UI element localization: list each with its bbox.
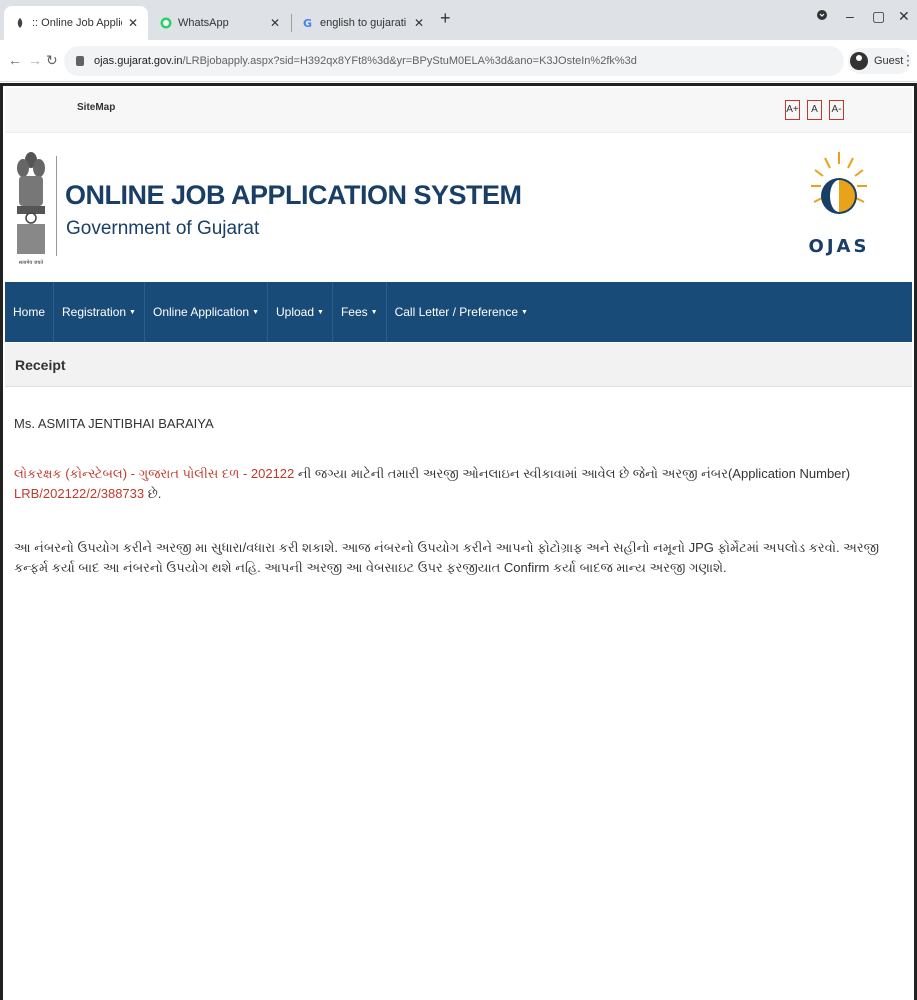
back-icon[interactable]: ← bbox=[8, 52, 22, 68]
site-header: सत्यमेव जयते ONLINE JOB APPLICATION SYST… bbox=[5, 134, 912, 282]
nav-label: Online Application bbox=[152, 305, 250, 319]
tab-close-icon[interactable]: ✕ bbox=[414, 16, 424, 30]
tab-title: english to gujarati - Google Search bbox=[320, 17, 408, 29]
site-subtitle: Government of Gujarat bbox=[66, 218, 260, 239]
profile-label: Guest bbox=[874, 55, 904, 67]
header-divider bbox=[56, 156, 57, 256]
new-tab-icon[interactable]: + bbox=[440, 8, 451, 29]
forward-icon[interactable]: → bbox=[28, 52, 42, 68]
caret-down-icon: ▼ bbox=[129, 308, 136, 316]
url-text: ojas.gujarat.gov.in/LRBjobapply.aspx?sid… bbox=[94, 55, 637, 67]
top-strip: SiteMap A+ A A- bbox=[5, 88, 912, 133]
url-host: ojas.gujarat.gov.in bbox=[94, 55, 183, 67]
maximize-icon[interactable]: ▢ bbox=[872, 8, 885, 25]
font-decrease-button[interactable]: A- bbox=[829, 100, 844, 120]
tab-whatsapp[interactable]: WhatsApp ✕ bbox=[150, 6, 290, 40]
tab-title: :: Online Job Application System bbox=[32, 17, 122, 29]
caret-down-icon: ▼ bbox=[252, 308, 259, 316]
nav-fees[interactable]: Fees ▼ bbox=[333, 282, 387, 342]
nav-label: Fees bbox=[340, 305, 368, 319]
main-nav: Home Registration ▼ Online Application ▼ U… bbox=[5, 282, 912, 342]
tab-close-icon[interactable]: ✕ bbox=[128, 16, 138, 30]
svg-text:G: G bbox=[303, 17, 312, 29]
post-name: લોકરક્ષક (કોન્સ્ટેબલ) - ગુજરાત પોલીસ દળ … bbox=[14, 466, 295, 481]
url-path: /LRBjobapply.aspx?sid=H392qx8YFt8%3d&yr=… bbox=[182, 55, 637, 67]
google-icon: G bbox=[302, 17, 314, 30]
message-end: છે. bbox=[144, 486, 162, 501]
whatsapp-icon bbox=[160, 17, 172, 29]
tab-google[interactable]: G english to gujarati - Google Search ✕ bbox=[292, 6, 434, 40]
nav-online-application[interactable]: Online Application ▼ bbox=[145, 282, 268, 342]
applicant-name: Ms. ASMITA JENTIBHAI BARAIYA bbox=[14, 416, 214, 431]
application-message: લોકરક્ષક (કોન્સ્ટેબલ) - ગુજરાત પોલીસ દળ … bbox=[14, 464, 908, 504]
tab-title: WhatsApp bbox=[178, 17, 229, 29]
site-title: ONLINE JOB APPLICATION SYSTEM bbox=[65, 180, 522, 210]
nav-home[interactable]: Home bbox=[5, 282, 55, 342]
instructions-text: આ નંબરનો ઉપયોગ કરીને અરજી મા સુધારા/વધાર… bbox=[14, 540, 880, 575]
nav-registration[interactable]: Registration ▼ bbox=[54, 282, 145, 342]
nav-label: Call Letter / Preference bbox=[394, 305, 518, 319]
minimize-icon[interactable]: – bbox=[846, 8, 854, 24]
emblem-favicon-icon bbox=[14, 17, 26, 29]
message-text: ની જગ્યા માટેની તમારી અરજી ઓનલાઇન સ્વીકા… bbox=[294, 466, 851, 481]
nav-upload[interactable]: Upload ▼ bbox=[268, 282, 333, 342]
sitemap-link[interactable]: SiteMap bbox=[77, 102, 115, 113]
tab-search-icon[interactable] bbox=[816, 8, 828, 24]
section-header: Receipt bbox=[5, 343, 912, 387]
tab-close-icon[interactable]: ✕ bbox=[270, 16, 280, 30]
emblem-caption: सत्यमेव जयते bbox=[19, 259, 44, 266]
browser-tab-bar: :: Online Job Application System ✕ Whats… bbox=[0, 0, 917, 40]
font-normal-button[interactable]: A bbox=[807, 100, 822, 120]
caret-down-icon: ▼ bbox=[370, 308, 378, 316]
avatar-icon bbox=[850, 52, 868, 70]
caret-down-icon: ▼ bbox=[317, 308, 324, 316]
browser-toolbar: ← → ↻ ojas.gujarat.gov.in/LRBjobapply.as… bbox=[0, 40, 917, 82]
address-bar[interactable]: ojas.gujarat.gov.in/LRBjobapply.aspx?sid… bbox=[64, 46, 844, 76]
receipt-content: Ms. ASMITA JENTIBHAI BARAIYA લોકરક્ષક (ક… bbox=[14, 414, 908, 578]
application-number: LRB/202122/2/388733 bbox=[14, 486, 145, 501]
lock-icon bbox=[76, 56, 84, 66]
ojas-logo-icon: OJAS bbox=[805, 148, 873, 266]
nav-call-letter[interactable]: Call Letter / Preference ▼ bbox=[387, 282, 536, 342]
tab-ojas[interactable]: :: Online Job Application System ✕ bbox=[4, 6, 148, 40]
national-emblem-icon: सत्यमेव जयते bbox=[11, 146, 51, 266]
nav-label: Home bbox=[13, 305, 46, 319]
reload-icon[interactable]: ↻ bbox=[46, 52, 58, 69]
nav-label: Upload bbox=[276, 305, 315, 319]
ojas-logo-text: OJAS bbox=[809, 236, 870, 257]
section-title: Receipt bbox=[15, 357, 66, 373]
close-window-icon[interactable]: ✕ bbox=[898, 8, 910, 25]
nav-label: Registration bbox=[62, 305, 127, 319]
menu-kebab-icon[interactable]: ⋮ bbox=[901, 52, 915, 69]
font-increase-button[interactable]: A+ bbox=[785, 100, 800, 120]
caret-down-icon: ▼ bbox=[521, 308, 528, 316]
